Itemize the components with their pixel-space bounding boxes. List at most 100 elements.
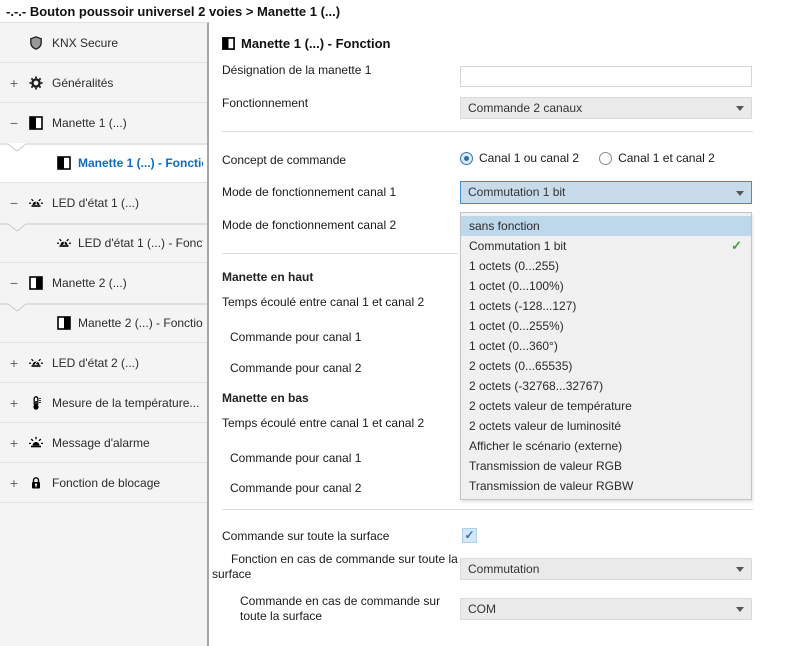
- mode-canal-1-dropdown-list: sans fonction Commutation 1 bit ✓ 1 octe…: [460, 212, 752, 500]
- dropdown-option[interactable]: 1 octet (0...255%): [461, 316, 751, 336]
- surface-commande-label: Commande en cas de commande sur toute la…: [240, 594, 446, 624]
- dropdown-option[interactable]: 2 octets valeur de luminosité: [461, 416, 751, 436]
- expand-plus-icon[interactable]: +: [7, 435, 21, 451]
- commande-canal-2-haut-label: Commande pour canal 2: [230, 360, 361, 376]
- sidebar-item-generalites[interactable]: + Généralités: [0, 63, 207, 103]
- paddle-left-icon: [57, 156, 71, 170]
- sidebar-item-fonction-blocage[interactable]: + Fonction de blocage: [0, 463, 207, 503]
- sidebar-item-mesure-temperature[interactable]: + Mesure de la température...: [0, 383, 207, 423]
- shield-icon: [29, 36, 43, 50]
- fonctionnement-label: Fonctionnement: [222, 95, 308, 111]
- collapse-minus-icon[interactable]: −: [7, 115, 21, 131]
- expand-plus-icon[interactable]: +: [7, 75, 21, 91]
- surface-commande-select-value: COM: [468, 602, 496, 616]
- checkbox-check-icon: ✓: [464, 528, 474, 542]
- breadcrumb[interactable]: -.-.- Bouton poussoir universel 2 voies …: [0, 0, 789, 22]
- radio-selected-icon[interactable]: [460, 152, 473, 165]
- sidebar-item-label: Mesure de la température...: [52, 396, 203, 410]
- sidebar-item-label: Généralités: [52, 76, 203, 90]
- chevron-down-icon: [736, 106, 744, 111]
- sidebar-item-led-etat-1-fonction[interactable]: 1 LED d'état 1 (...) - Fonction: [0, 223, 207, 263]
- lock-icon: [29, 476, 43, 490]
- surface-fonction-select-value: Commutation: [468, 562, 539, 576]
- sidebar-item-manette-1[interactable]: − Manette 1 (...): [0, 103, 207, 143]
- dropdown-option[interactable]: Afficher le scénario (externe): [461, 436, 751, 456]
- parameter-panel: Manette 1 (...) - Fonction Désignation d…: [209, 22, 789, 645]
- collapse-minus-icon[interactable]: −: [7, 195, 21, 211]
- dropdown-option[interactable]: 2 octets (0...65535): [461, 356, 751, 376]
- mode-canal-1-select[interactable]: Commutation 1 bit: [460, 181, 752, 204]
- thermometer-icon: [29, 396, 43, 410]
- sidebar-item-knx-secure[interactable]: KNX Secure: [0, 23, 207, 63]
- alarm-beacon-icon: [29, 436, 43, 450]
- sidebar-item-label: Manette 2 (...) - Fonction: [78, 316, 203, 330]
- page-title: Manette 1 (...) - Fonction: [222, 36, 391, 52]
- paddle-right-icon: [57, 316, 71, 330]
- sidebar-item-manette-1-fonction[interactable]: Manette 1 (...) - Fonction: [0, 143, 207, 183]
- concept-commande-radiogroup: Canal 1 ou canal 2 Canal 1 et canal 2: [460, 150, 729, 166]
- surface-fonction-select[interactable]: Commutation: [460, 558, 752, 580]
- surface-checkbox-label: Commande sur toute la surface: [222, 528, 389, 544]
- dropdown-option[interactable]: Commutation 1 bit ✓: [461, 236, 751, 256]
- designation-input[interactable]: [460, 66, 752, 87]
- separator: [222, 131, 753, 132]
- separator: [222, 509, 753, 510]
- fonctionnement-select[interactable]: Commande 2 canaux: [460, 97, 752, 119]
- radio-option-label[interactable]: Canal 1 ou canal 2: [479, 151, 579, 165]
- expand-plus-icon[interactable]: +: [7, 395, 21, 411]
- sidebar-item-label: LED d'état 2 (...): [52, 356, 203, 370]
- surface-checkbox[interactable]: ✓: [462, 528, 477, 543]
- radio-option-label[interactable]: Canal 1 et canal 2: [618, 151, 715, 165]
- sidebar-item-label: LED d'état 1 (...): [52, 196, 203, 210]
- sidebar-item-message-alarme[interactable]: + Message d'alarme: [0, 423, 207, 463]
- section-manette-en-bas-heading: Manette en bas: [222, 390, 309, 406]
- expand-plus-icon[interactable]: +: [7, 475, 21, 491]
- sidebar-item-manette-2-fonction[interactable]: Manette 2 (...) - Fonction: [0, 303, 207, 343]
- sidebar-item-led-etat-1[interactable]: − 1 LED d'état 1 (...): [0, 183, 207, 223]
- surface-commande-select[interactable]: COM: [460, 598, 752, 620]
- sidebar-item-label: KNX Secure: [52, 36, 203, 50]
- mode-canal-1-select-value: Commutation 1 bit: [468, 185, 565, 199]
- dropdown-option[interactable]: 2 octets valeur de température: [461, 396, 751, 416]
- sidebar-item-led-etat-2[interactable]: + 2 LED d'état 2 (...): [0, 343, 207, 383]
- dropdown-option[interactable]: 1 octet (0...360°): [461, 336, 751, 356]
- sidebar-item-label: Fonction de blocage: [52, 476, 203, 490]
- fonctionnement-select-value: Commande 2 canaux: [468, 101, 582, 115]
- dropdown-option[interactable]: 1 octet (0...100%): [461, 276, 751, 296]
- chevron-down-icon: [736, 191, 744, 196]
- commande-canal-2-bas-label: Commande pour canal 2: [230, 480, 361, 496]
- dropdown-option[interactable]: sans fonction: [461, 216, 751, 236]
- dropdown-option[interactable]: Transmission de valeur RGB: [461, 456, 751, 476]
- chevron-down-icon: [736, 567, 744, 572]
- surface-fonction-label: Fonction en cas de commande sur toute la…: [212, 552, 458, 582]
- sidebar-item-label: Manette 1 (...): [52, 116, 203, 130]
- separator: [222, 253, 458, 254]
- sidebar-item-label: LED d'état 1 (...) - Fonction: [78, 236, 203, 250]
- page-title-text: Manette 1 (...) - Fonction: [241, 36, 391, 51]
- paddle-left-icon: [29, 116, 43, 130]
- paddle-right-icon: [29, 276, 43, 290]
- expander: [7, 35, 21, 51]
- concept-commande-label: Concept de commande: [222, 152, 346, 168]
- temps-ecoule-bas-label: Temps écoulé entre canal 1 et canal 2: [222, 415, 424, 431]
- temps-ecoule-haut-label: Temps écoulé entre canal 1 et canal 2: [222, 294, 424, 310]
- status-led-1-icon: 1: [29, 196, 43, 210]
- mode-canal-1-label: Mode de fonctionnement canal 1: [222, 184, 396, 200]
- designation-label: Désignation de la manette 1: [222, 62, 371, 78]
- sidebar-item-manette-2[interactable]: − Manette 2 (...): [0, 263, 207, 303]
- sidebar-item-label: Manette 1 (...) - Fonction: [78, 156, 203, 170]
- dropdown-option-label: Commutation 1 bit: [469, 239, 566, 253]
- paddle-left-icon: [222, 37, 235, 50]
- selected-check-icon: ✓: [731, 236, 742, 256]
- sidebar-item-label: Message d'alarme: [52, 436, 203, 450]
- dropdown-option[interactable]: 2 octets (-32768...32767): [461, 376, 751, 396]
- sidebar-item-label: Manette 2 (...): [52, 276, 203, 290]
- radio-unselected-icon[interactable]: [599, 152, 612, 165]
- dropdown-option[interactable]: 1 octets (0...255): [461, 256, 751, 276]
- commande-canal-1-haut-label: Commande pour canal 1: [230, 329, 361, 345]
- dropdown-option[interactable]: Transmission de valeur RGBW: [461, 476, 751, 496]
- dropdown-option[interactable]: 1 octets (-128...127): [461, 296, 751, 316]
- section-manette-en-haut-heading: Manette en haut: [222, 269, 313, 285]
- expand-plus-icon[interactable]: +: [7, 355, 21, 371]
- collapse-minus-icon[interactable]: −: [7, 275, 21, 291]
